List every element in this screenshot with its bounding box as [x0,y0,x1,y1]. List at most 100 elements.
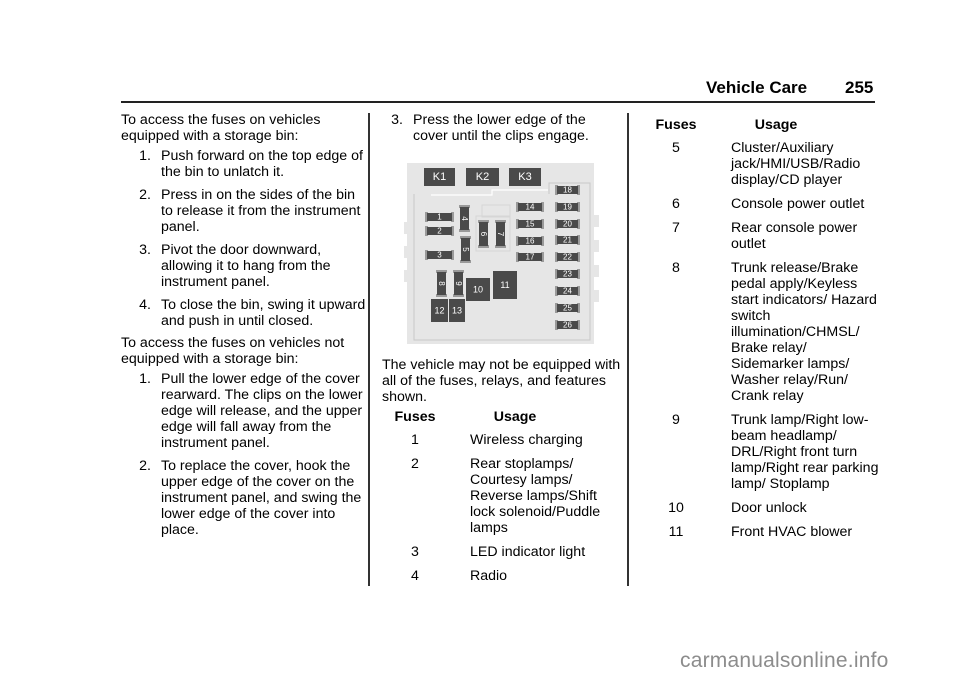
fuse-10-label: 10 [473,285,483,295]
fuse-usage: LED indicator light [470,544,586,560]
fuse-26-label: 26 [563,321,572,330]
fuse-table-2: Fuses Usage 5 Cluster/Auxiliary jack/HMI/… [643,117,883,540]
fuse-number: 5 [672,140,680,156]
relay-k2-label: K2 [476,171,489,183]
intro-no-storage-bin: To access the fuses on vehicles not equi… [121,335,345,367]
table-row: 6 Console power outlet [643,196,883,212]
table-row: 10 Door unlock [643,500,883,516]
fuse-number: 8 [672,260,680,276]
fuse-25-label: 25 [563,304,572,313]
fuse-13-label: 13 [452,306,462,316]
column-2-lower: The vehicle may not be equipped with all… [382,357,622,592]
fuse-16-label: 16 [526,237,535,246]
step-text: Push forward on the top edge of the bin … [161,148,363,180]
step-number: 1. [139,148,151,164]
fuse-usage: Radio [470,568,508,584]
table-row: 3 LED indicator light [382,544,622,560]
fuse-7-label: 7 [496,232,505,237]
fuse-number: 6 [672,196,680,212]
fuse-1-label: 1 [437,213,442,222]
step-text: Press in on the sides of the bin to rele… [161,187,361,235]
step-item: 1. Push forward on the top edge of the bi… [121,148,366,180]
fuse-5-label: 5 [461,247,470,252]
fuse-11-label: 11 [500,280,509,290]
table-row: 11 Front HVAC blower [643,524,883,540]
step-number: 2. [139,187,151,203]
page-number: 255 [845,78,874,97]
fuse-number: 9 [672,412,680,428]
relay-k1-label: K1 [433,171,446,183]
column-2: 3. Press the lower edge of the cover unt… [382,112,622,144]
header-fuses: Fuses [394,409,436,425]
fuse-20-label: 20 [563,220,572,229]
step-text: To close the bin, swing it upward and pu… [161,297,366,329]
column-3: Fuses Usage 5 Cluster/Auxiliary jack/HMI/… [643,112,883,548]
panel-tab [404,246,408,258]
table-row: 8 Trunk release/Brake pedal apply/Keyless… [643,260,883,404]
watermark: carmanualsonline.info [680,649,889,672]
panel-tab [594,215,599,227]
step-text: Pull the lower edge of the cover rearwar… [161,371,363,451]
step-number: 3. [139,242,151,258]
header-fuses: Fuses [655,117,697,133]
fuse-usage: Rear stoplamps/ Courtesy lamps/ Reverse … [470,456,601,536]
panel-tab [594,265,599,277]
fuse-12-label: 12 [434,306,444,316]
header-rule [121,101,875,103]
step-number: 1. [139,371,151,387]
table-row: 1 Wireless charging [382,432,622,448]
fuse-24-label: 24 [563,287,572,296]
step-number: 4. [139,297,151,313]
step-item: 4. To close the bin, swing it upward and … [121,297,366,329]
table-row: 9 Trunk lamp/Right low-beam headlamp/ DRL… [643,412,883,492]
step-number: 3. [391,112,403,128]
column-divider-right [627,113,629,586]
column-1: To access the fuses on vehicles equipped… [121,112,366,545]
fuse-number: 3 [411,544,419,560]
fuse-9-label: 9 [454,281,463,286]
fuse-usage: Wireless charging [470,432,583,448]
header-usage: Usage [754,117,798,133]
relay-k3-label: K3 [518,171,531,183]
fuse-2-label: 2 [437,227,442,236]
fuse-number: 10 [668,500,684,516]
fuse-number: 11 [668,524,684,540]
panel-tab [404,222,408,234]
column-divider-left [368,113,370,586]
panel-tab [594,240,599,252]
fuse-usage: Trunk lamp/Right low-beam headlamp/ DRL/… [731,412,879,492]
fuse-23-label: 23 [563,270,572,279]
fuse-number: 7 [672,220,680,236]
step-number: 2. [139,458,151,474]
fuse-block-diagram: K1 K2 K3 1 2 3 4 5 6 7 14 15 16 17 18 19 20 21 22 23 24 25 26 8… [404,162,599,348]
step-item: 2. To replace the cover, hook the upper e… [121,458,366,538]
fuse-number: 4 [411,568,419,584]
fuse-usage: Cluster/Auxiliary jack/HMI/USB/Radio dis… [731,140,861,188]
table-row: 7 Rear console power outlet [643,220,883,252]
fuse-18-label: 18 [563,186,572,195]
fuse-usage: Console power outlet [731,196,865,212]
fuse-block-svg: K1 K2 K3123456 7141516171819202122232425268… [404,163,599,344]
table-header: Fuses Usage [643,117,883,133]
step-item: 1. Pull the lower edge of the cover rearw… [121,371,366,451]
fuse-22-label: 22 [563,253,572,262]
table-row: 5 Cluster/Auxiliary jack/HMI/USB/Radio di… [643,140,883,188]
no-storage-bin-steps: 1. Pull the lower edge of the cover rearw… [121,371,366,538]
fuse-usage: Front HVAC blower [731,524,853,540]
header-usage: Usage [493,409,537,425]
fuse-usage: Door unlock [731,500,807,516]
fuse-6-label: 6 [479,232,488,237]
intro-storage-bin: To access the fuses on vehicles equipped… [121,112,321,144]
step-item: 2. Press in on the sides of the bin to re… [121,187,366,235]
fuse-usage: Trunk release/Brake pedal apply/Keyless … [731,260,877,404]
section-title: Vehicle Care [706,78,808,97]
equipment-note: The vehicle may not be equipped with all… [382,357,621,405]
step-item: 3. Press the lower edge of the cover unt… [382,112,622,144]
fuse-15-label: 15 [526,220,535,229]
fuse-4-label: 4 [460,216,469,221]
fuse-8-label: 8 [437,281,446,286]
step-text: Press the lower edge of the cover until … [413,112,589,144]
table-row: 2 Rear stoplamps/ Courtesy lamps/ Reverse… [382,456,622,536]
fuse-number: 1 [411,432,419,448]
fuse-21-label: 21 [563,236,572,245]
